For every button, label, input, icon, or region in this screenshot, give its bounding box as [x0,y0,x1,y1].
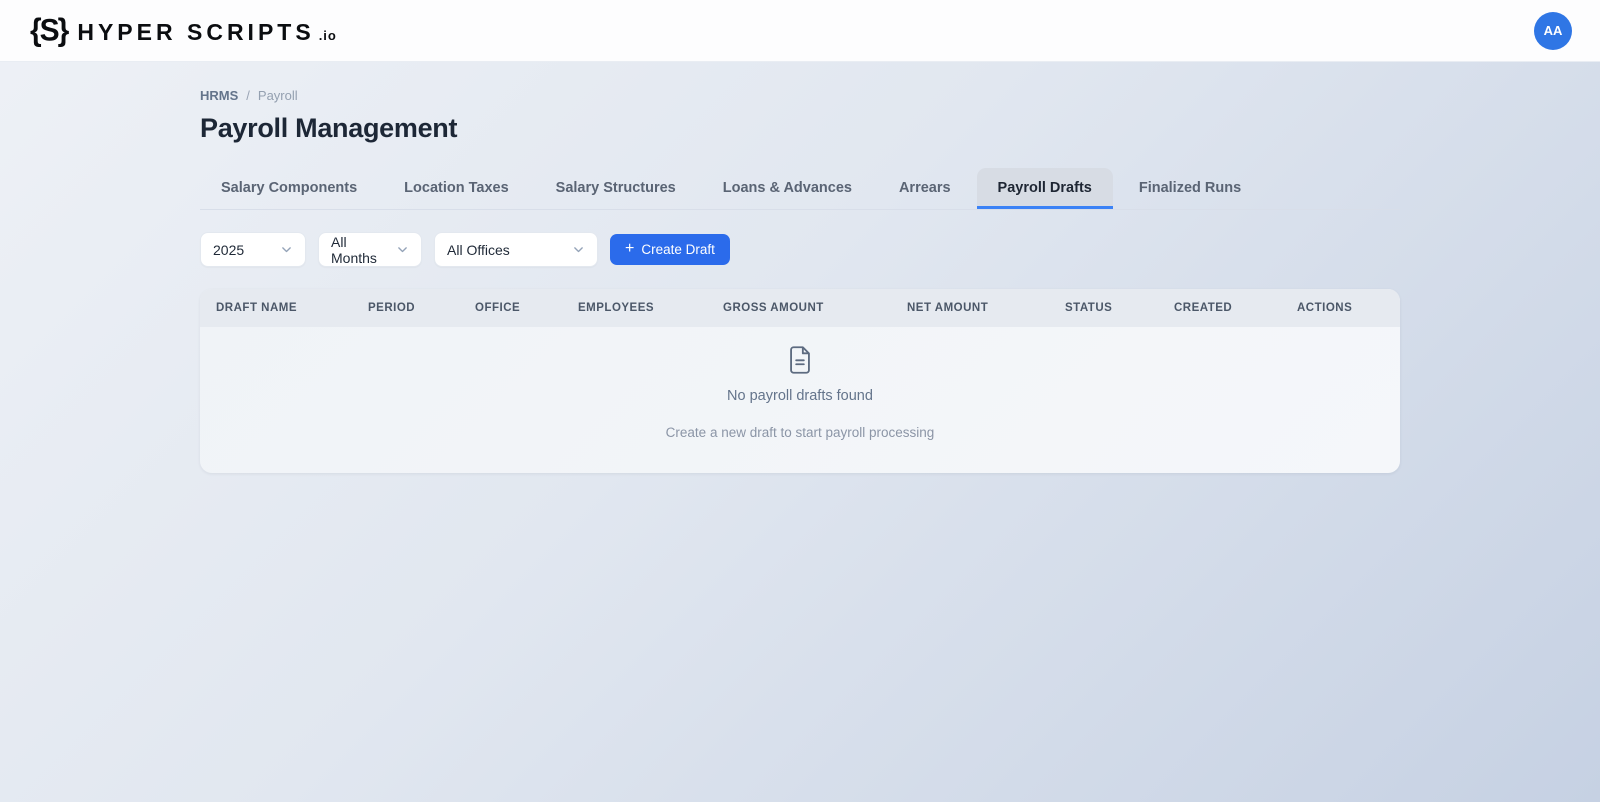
tab-location-taxes[interactable]: Location Taxes [383,168,529,209]
column-employees: EMPLOYEES [578,302,723,314]
chevron-down-icon [280,243,293,256]
page-title: Payroll Management [200,113,1400,144]
office-select[interactable]: All Offices [434,232,598,267]
document-icon [783,343,817,382]
year-select[interactable]: 2025 [200,232,306,267]
column-draft-name: DRAFT NAME [216,302,368,314]
column-created: CREATED [1174,302,1297,314]
filter-toolbar: 2025 All Months All Offices + Create Dr [200,232,1400,267]
breadcrumb-hrms-link[interactable]: HRMS [200,88,238,103]
tab-salary-components[interactable]: Salary Components [200,168,378,209]
table-header-row: DRAFT NAME PERIOD OFFICE EMPLOYEES GROSS… [200,289,1400,327]
breadcrumb-current: Payroll [258,88,298,103]
month-select-value: All Months [331,234,388,266]
chevron-down-icon [572,243,585,256]
create-draft-label: Create Draft [641,242,715,257]
payroll-drafts-table: DRAFT NAME PERIOD OFFICE EMPLOYEES GROSS… [200,289,1400,473]
tab-bar: Salary Components Location Taxes Salary … [200,168,1400,210]
office-select-value: All Offices [447,242,510,258]
breadcrumb-separator: / [246,88,250,103]
year-select-value: 2025 [213,242,244,258]
tab-payroll-drafts[interactable]: Payroll Drafts [977,168,1113,209]
column-actions: ACTIONS [1297,302,1400,314]
app-logo[interactable]: {S} HYPER SCRIPTS .io [30,16,337,46]
tab-salary-structures[interactable]: Salary Structures [535,168,697,209]
empty-state-title: No payroll drafts found [727,388,873,404]
user-avatar[interactable]: AA [1534,12,1572,50]
chevron-down-icon [396,243,409,256]
logo-text: HYPER SCRIPTS [77,21,314,44]
column-period: PERIOD [368,302,475,314]
table-empty-state: No payroll drafts found Create a new dra… [200,327,1400,473]
column-gross-amount: GROSS AMOUNT [723,302,907,314]
empty-state-subtitle: Create a new draft to start payroll proc… [666,425,935,440]
tab-finalized-runs[interactable]: Finalized Runs [1118,168,1262,209]
tab-loans-advances[interactable]: Loans & Advances [702,168,873,209]
column-office: OFFICE [475,302,578,314]
plus-icon: + [625,241,634,257]
top-bar: {S} HYPER SCRIPTS .io AA [0,0,1600,62]
column-net-amount: NET AMOUNT [907,302,1065,314]
tab-arrears[interactable]: Arrears [878,168,972,209]
logo-brace-s-icon: {S} [30,15,67,47]
column-status: STATUS [1065,302,1174,314]
create-draft-button[interactable]: + Create Draft [610,234,730,265]
page-body: HRMS / Payroll Payroll Management Salary… [0,62,1600,473]
month-select[interactable]: All Months [318,232,422,267]
breadcrumb: HRMS / Payroll [200,88,1400,103]
logo-suffix: .io [319,28,337,43]
